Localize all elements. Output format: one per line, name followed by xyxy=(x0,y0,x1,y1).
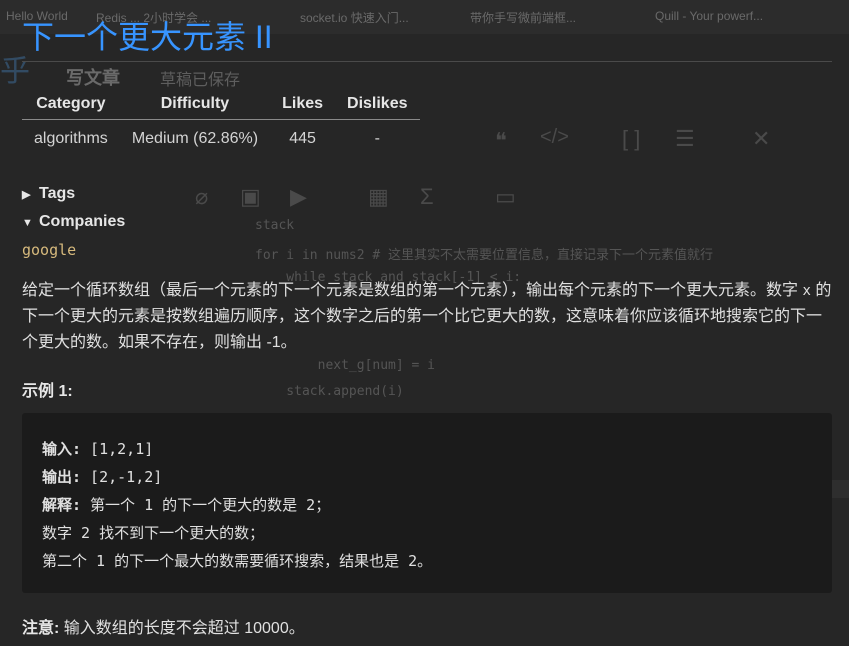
tags-label: Tags xyxy=(39,185,76,202)
caret-down-icon: ▼ xyxy=(22,217,33,229)
title-divider xyxy=(22,61,832,62)
meta-dislikes: - xyxy=(374,130,380,147)
meta-difficulty: Medium (62.86%) xyxy=(131,130,259,147)
example-code-block: 输入: [1,2,1] 输出: [2,-1,2] 解释: 第一个 1 的下一个更… xyxy=(22,413,832,593)
problem-title: 下一个更大元素 II xyxy=(22,19,273,55)
meta-likes: 445 xyxy=(289,130,316,147)
problem-description: 给定一个循环数组（最后一个元素的下一个元素是数组的第一个元素），输出每个元素的下… xyxy=(22,278,832,356)
meta-header-likes: Likes xyxy=(270,92,336,120)
output-value: [2,-1,2] xyxy=(81,468,163,486)
explain-value: 第一个 1 的下一个更大的数是 2； xyxy=(81,496,331,514)
meta-header-dislikes: Dislikes xyxy=(335,92,420,120)
example-line: 第二个 1 的下一个最大的数需要循环搜索，结果也是 2。 xyxy=(42,552,433,570)
tags-toggle[interactable]: ▶ Tags xyxy=(22,185,75,203)
problem-note: 注意: 输入数组的长度不会超过 10000。 xyxy=(22,614,305,638)
company-tag: google xyxy=(22,241,77,259)
note-text: 输入数组的长度不会超过 10000。 xyxy=(59,620,305,637)
example-line: 数字 2 找不到下一个更大的数； xyxy=(42,524,265,542)
description-variable: x xyxy=(802,283,811,299)
problem-preview: 下一个更大元素 II Category Difficulty Likes Dis… xyxy=(0,0,849,646)
companies-toggle[interactable]: ▼ Companies xyxy=(22,213,125,231)
problem-meta-table: Category Difficulty Likes Dislikes algor… xyxy=(22,92,420,151)
input-value: [1,2,1] xyxy=(81,440,154,458)
example-input-line: 输入: [1,2,1] xyxy=(42,435,832,463)
description-text: 给定一个循环数组（最后一个元素的下一个元素是数组的第一个元素），输出每个元素的下… xyxy=(22,282,803,299)
example-title: 示例 1: xyxy=(22,383,73,400)
meta-category: algorithms xyxy=(34,130,108,147)
example-output-line: 输出: [2,-1,2] xyxy=(42,463,832,491)
companies-label: Companies xyxy=(39,213,126,230)
example-explain-line: 解释: 第一个 1 的下一个更大的数是 2； xyxy=(42,491,832,519)
meta-header-category: Category xyxy=(22,92,120,120)
meta-header-difficulty: Difficulty xyxy=(119,92,271,120)
input-label: 输入: xyxy=(42,440,82,458)
caret-right-icon: ▶ xyxy=(22,189,31,201)
output-label: 输出: xyxy=(42,468,82,486)
table-row: algorithms Medium (62.86%) 445 - xyxy=(22,120,420,152)
note-label: 注意: xyxy=(22,620,60,637)
explain-label: 解释: xyxy=(42,496,82,514)
